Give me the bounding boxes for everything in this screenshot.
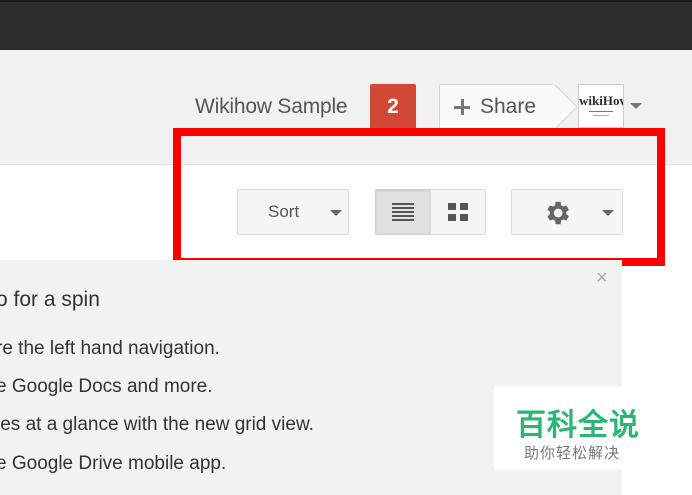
- avatar[interactable]: wikiHow: [578, 84, 624, 128]
- banner-line: les at a glance with the new grid view.: [0, 414, 314, 435]
- avatar-logo-line: [589, 111, 613, 112]
- share-button[interactable]: Share: [439, 84, 578, 130]
- share-label: Share: [480, 95, 537, 118]
- notification-badge[interactable]: 2: [370, 84, 416, 130]
- banner-line: e Google Docs and more.: [0, 376, 213, 397]
- banner-line: e Google Drive mobile app.: [0, 453, 227, 474]
- watermark-tagline: 助你轻松解决: [524, 444, 621, 462]
- plus-icon: [454, 99, 470, 115]
- avatar-logo-line: [593, 115, 609, 116]
- account-name[interactable]: Wikihow Sample: [195, 95, 348, 119]
- sort-label: Sort: [268, 202, 300, 221]
- chevron-down-icon: [602, 210, 614, 216]
- watermark-logo: 百科全说: [516, 408, 640, 443]
- grid-view-icon: [448, 203, 468, 221]
- avatar-logo: wikiHow: [579, 93, 624, 108]
- top-bar: [0, 0, 692, 50]
- banner-title: o for a spin: [0, 288, 100, 311]
- close-icon[interactable]: ×: [596, 268, 608, 288]
- list-view-button[interactable]: [375, 189, 431, 235]
- list-view-icon: [392, 203, 414, 221]
- gear-icon: [547, 201, 569, 225]
- settings-button[interactable]: [511, 189, 623, 235]
- share-button-body[interactable]: Share: [439, 84, 553, 130]
- grid-view-button[interactable]: [430, 189, 486, 235]
- sort-button[interactable]: Sort: [237, 189, 349, 235]
- chevron-down-icon[interactable]: [630, 103, 642, 109]
- chevron-down-icon: [330, 210, 342, 216]
- banner-line: re the left hand navigation.: [0, 338, 220, 359]
